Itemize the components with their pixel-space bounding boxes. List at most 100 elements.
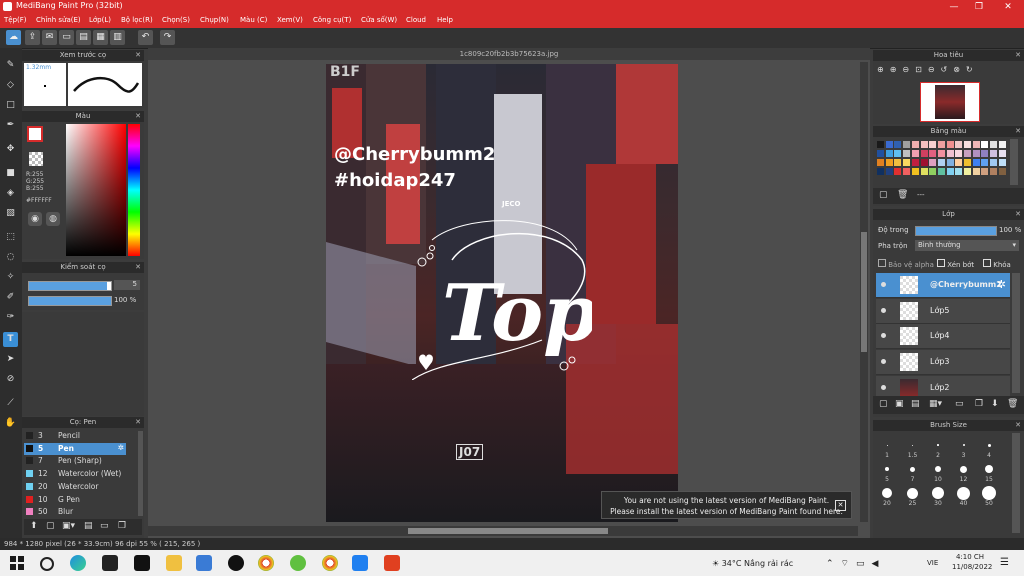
palette-scrollbar[interactable] (1010, 139, 1018, 185)
capcut-icon[interactable] (134, 555, 150, 571)
lasso-tool-icon[interactable]: ◌ (3, 250, 18, 265)
palette-swatch[interactable] (981, 168, 989, 175)
palette-swatch[interactable] (894, 141, 902, 148)
opacity-slider[interactable] (28, 296, 112, 306)
folder-icon[interactable]: ▭ (955, 399, 964, 409)
saturation-value-picker[interactable] (66, 124, 126, 256)
palette-swatch[interactable] (998, 150, 1006, 157)
canvas-horizontal-scrollbar[interactable] (148, 526, 858, 536)
panel-close-icon[interactable]: ✕ (135, 50, 141, 61)
comment-icon[interactable]: ▭ (59, 30, 74, 45)
palette-swatch[interactable] (911, 141, 919, 148)
brush-item[interactable]: 20 Watercolor (24, 481, 126, 493)
palette-swatch[interactable] (903, 150, 911, 157)
primary-color-swatch[interactable] (27, 126, 43, 142)
zoom-in-icon[interactable]: ⊕ (877, 65, 890, 74)
rotate-right-icon[interactable]: ↻ (966, 65, 979, 74)
layer-menu-icon[interactable]: ▦▾ (929, 399, 942, 409)
palette-swatch[interactable] (990, 150, 998, 157)
store-icon[interactable] (102, 555, 118, 571)
palette-swatch[interactable] (972, 150, 980, 157)
file-explorer-icon[interactable] (166, 555, 182, 571)
text-tool-icon[interactable]: T (3, 332, 18, 347)
palette-swatch[interactable] (911, 150, 919, 157)
brush-duplicate-icon[interactable]: ❐ (118, 521, 126, 531)
palette-swatch[interactable] (964, 159, 971, 166)
size-value[interactable]: 5 (114, 280, 140, 290)
zoom-in-icon[interactable]: ⊕ (890, 65, 903, 74)
new-8bit-layer-icon[interactable]: ▤ (911, 399, 920, 409)
palette-swatch[interactable] (937, 168, 945, 175)
move-tool-icon[interactable]: ✥ (3, 142, 18, 157)
palette-swatch[interactable] (981, 150, 989, 157)
palette-swatch[interactable] (946, 141, 954, 148)
duplicate-layer-icon[interactable]: ❐ (975, 399, 983, 409)
zoom-out-icon[interactable]: ⊖ (902, 65, 915, 74)
palette-swatch[interactable] (877, 159, 884, 166)
page-icon[interactable]: ▤ (76, 30, 91, 45)
palette-swatch[interactable] (972, 159, 980, 166)
palette-swatch[interactable] (972, 168, 980, 175)
menu-file[interactable]: Tệp(F) (4, 16, 27, 24)
brush-size-dot[interactable] (886, 444, 888, 446)
brush-item[interactable]: 7 Pen (Sharp) (24, 455, 126, 467)
undo-icon[interactable]: ↶ (138, 30, 153, 45)
edge-browser-icon[interactable] (70, 555, 86, 571)
brush-file-icon[interactable]: ▤ (84, 521, 93, 531)
search-icon[interactable] (40, 557, 54, 571)
rotate-reset-icon[interactable]: ⊗ (953, 65, 966, 74)
fit-icon[interactable]: ⊡ (915, 65, 928, 74)
camera-icon[interactable] (196, 555, 212, 571)
palette-swatch[interactable] (911, 159, 919, 166)
app-icon[interactable] (290, 555, 306, 571)
rotate-left-icon[interactable]: ↺ (941, 65, 954, 74)
menu-view[interactable]: Xem(V) (277, 16, 303, 24)
vertical-scroll-thumb[interactable] (861, 232, 867, 352)
volume-icon[interactable]: ◀ (872, 559, 886, 569)
horizontal-scroll-thumb[interactable] (408, 528, 608, 534)
brush-folder-icon[interactable]: ▭ (100, 521, 109, 531)
brush-size-dot[interactable] (932, 487, 944, 499)
panel-close-icon[interactable]: ✕ (1015, 126, 1021, 137)
select-pen-tool-icon[interactable]: ✐ (3, 290, 18, 305)
brush-item[interactable]: 12 Watercolor (Wet) (24, 468, 126, 480)
brush-item[interactable]: 5 Pen ✲ (24, 442, 126, 455)
palette-swatch[interactable] (920, 141, 928, 148)
layer-scrollbar[interactable] (1012, 273, 1020, 393)
panel-close-icon[interactable]: ✕ (135, 111, 141, 122)
eye-icon[interactable] (881, 359, 886, 365)
weather-text[interactable]: 34°C Nắng rải rác (722, 559, 793, 568)
eye-icon[interactable] (881, 307, 886, 313)
canvas-vertical-scrollbar[interactable] (860, 62, 868, 522)
palette-swatch[interactable] (937, 159, 945, 166)
panel-close-icon[interactable]: ✕ (1015, 420, 1021, 431)
palette-swatch[interactable] (903, 168, 911, 175)
recorder-icon[interactable] (228, 555, 244, 571)
chevron-up-icon[interactable]: ⌃ (826, 559, 841, 569)
palette-swatch[interactable] (990, 141, 998, 148)
palette-swatch[interactable] (920, 159, 928, 166)
grid-icon[interactable]: ▥ (110, 30, 125, 45)
operation-tool-icon[interactable]: ➤ (3, 352, 18, 367)
new-layer-icon[interactable]: ▢ (879, 399, 888, 409)
secondary-color-swatch[interactable] (29, 152, 43, 166)
merge-layer-icon[interactable]: ⬇ (991, 399, 999, 409)
palette-swatch[interactable] (946, 168, 954, 175)
gradient-tool-icon[interactable]: ▧ (3, 206, 18, 221)
gear-icon[interactable]: ✲ (997, 278, 1006, 291)
office-icon[interactable] (384, 555, 400, 571)
palette-swatch[interactable] (998, 168, 1006, 175)
language-indicator[interactable]: VIE (927, 559, 938, 567)
panel-close-icon[interactable]: ✕ (1015, 50, 1021, 61)
brush-size-dot[interactable] (882, 488, 892, 498)
palette-swatch[interactable] (946, 150, 954, 157)
update-notification[interactable]: You are not using the latest version of … (601, 491, 852, 519)
layer-row[interactable]: @Cherrybumm2 ✲ (876, 273, 1010, 298)
palette-swatch[interactable] (955, 141, 963, 148)
color-wheel-icon[interactable]: ◍ (46, 212, 60, 226)
palette-swatch[interactable] (990, 159, 998, 166)
palette-swatch[interactable] (964, 141, 971, 148)
brush-size-dot[interactable] (935, 466, 941, 472)
shape-tool-icon[interactable]: □ (3, 98, 18, 113)
brush-size-dot[interactable] (885, 467, 889, 471)
